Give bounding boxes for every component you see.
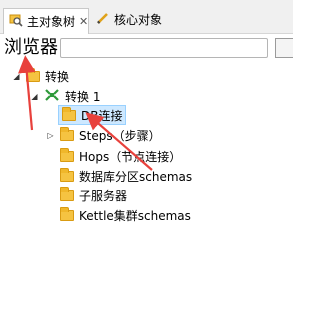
annotation-arrow: [85, 112, 153, 171]
annotation-arrows: [18, 55, 153, 171]
annotation-arrow: [18, 55, 36, 131]
